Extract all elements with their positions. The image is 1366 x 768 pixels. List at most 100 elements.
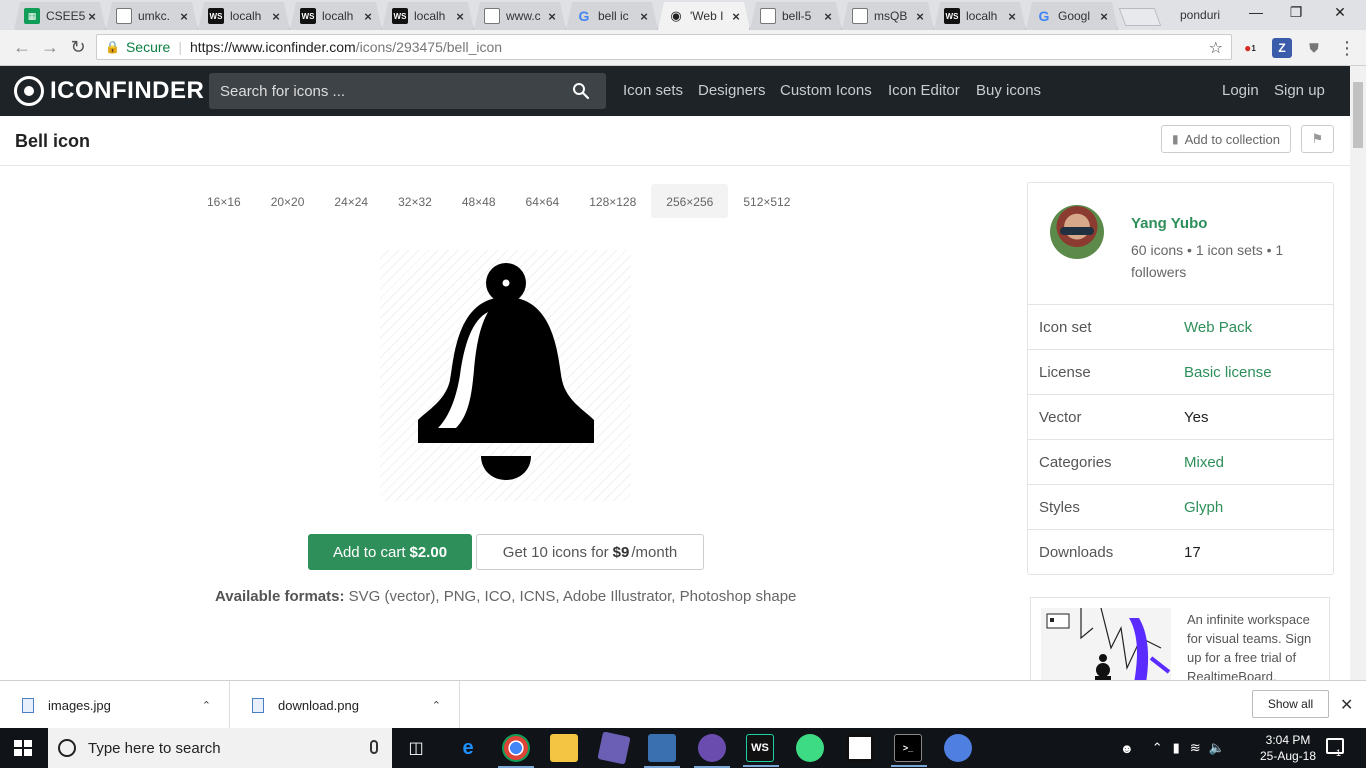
- subscription-button[interactable]: Get 10 icons for $9/month: [476, 534, 704, 570]
- app-server-icon[interactable]: [644, 734, 680, 768]
- address-bar[interactable]: 🔒 Secure | https://www.iconfinder.com/ic…: [96, 34, 1232, 60]
- github-desktop-icon[interactable]: [694, 734, 730, 768]
- search-icon[interactable]: [572, 82, 590, 100]
- webstorm-icon[interactable]: WS: [743, 734, 779, 767]
- android-studio-icon[interactable]: [796, 734, 824, 762]
- file-explorer-icon[interactable]: [550, 734, 578, 762]
- chevron-up-icon[interactable]: ⌃: [1152, 740, 1163, 756]
- notification-icon[interactable]: [1326, 738, 1344, 754]
- maximize-icon[interactable]: ❐: [1276, 4, 1316, 21]
- advertisement[interactable]: An infinite workspace for visual teams. …: [1030, 597, 1330, 680]
- browser-tab[interactable]: ▦ CSEE5 ×: [14, 2, 106, 30]
- new-tab-button[interactable]: [1118, 8, 1162, 26]
- profile-name[interactable]: ponduri: [1180, 8, 1220, 22]
- browser-menu-icon[interactable]: ⋮: [1338, 38, 1356, 59]
- tab-close-icon[interactable]: ×: [1097, 9, 1111, 24]
- flag-button[interactable]: ⚑: [1301, 125, 1334, 153]
- people-icon[interactable]: ☻: [1120, 741, 1134, 756]
- taskbar-search[interactable]: Type here to search: [48, 728, 392, 768]
- close-window-icon[interactable]: ✕: [1320, 4, 1360, 21]
- tab-close-icon[interactable]: ×: [85, 9, 99, 24]
- chevron-up-icon[interactable]: ⌃: [432, 699, 441, 712]
- tab-close-icon[interactable]: ×: [177, 9, 191, 24]
- tab-close-icon[interactable]: ×: [913, 9, 927, 24]
- tab-close-icon[interactable]: ×: [637, 9, 651, 24]
- detail-value[interactable]: Glyph: [1184, 499, 1223, 516]
- bookmark-star-icon[interactable]: ☆: [1209, 38, 1223, 58]
- close-icon[interactable]: ✕: [1340, 695, 1353, 715]
- chrome-icon[interactable]: [498, 734, 534, 768]
- tab-close-icon[interactable]: ×: [821, 9, 835, 24]
- terminal-icon[interactable]: >_: [891, 734, 927, 767]
- nav-designers[interactable]: Designers: [698, 82, 766, 99]
- minimize-icon[interactable]: —: [1236, 4, 1276, 20]
- size-option[interactable]: 16×16: [192, 184, 256, 218]
- nav-buy-icons[interactable]: Buy icons: [976, 82, 1041, 99]
- browser-tab[interactable]: msQB ×: [842, 2, 934, 30]
- signup-link[interactable]: Sign up: [1274, 82, 1325, 99]
- app-circle-icon[interactable]: [944, 734, 972, 762]
- microphone-icon[interactable]: [370, 740, 378, 754]
- size-option[interactable]: 48×48: [447, 184, 511, 218]
- login-link[interactable]: Login: [1222, 82, 1259, 99]
- detail-value[interactable]: Basic license: [1184, 364, 1272, 381]
- browser-tab[interactable]: www.c ×: [474, 2, 566, 30]
- forward-icon[interactable]: →: [40, 37, 60, 58]
- browser-tab[interactable]: ◉ 'Web I ×: [658, 2, 750, 30]
- size-option[interactable]: 64×64: [511, 184, 575, 218]
- search-input[interactable]: [209, 82, 549, 100]
- size-option[interactable]: 20×20: [256, 184, 320, 218]
- extension-shield-icon[interactable]: ⛊: [1304, 38, 1324, 58]
- app-window-icon[interactable]: [846, 734, 874, 762]
- doc-icon: [852, 8, 868, 24]
- extension-z-icon[interactable]: Z: [1272, 38, 1292, 58]
- taskbar-clock[interactable]: 3:04 PM 25-Aug-18: [1256, 732, 1320, 764]
- detail-value[interactable]: Web Pack: [1184, 319, 1252, 336]
- browser-tab[interactable]: G Googl ×: [1026, 2, 1118, 30]
- scrollbar-thumb[interactable]: [1353, 82, 1363, 148]
- add-to-cart-button[interactable]: Add to cart $2.00: [308, 534, 472, 570]
- download-item[interactable]: download.png ⌃: [230, 681, 460, 729]
- windows-start-icon[interactable]: [14, 740, 32, 756]
- browser-tab[interactable]: bell-5 ×: [750, 2, 842, 30]
- nav-icon-sets[interactable]: Icon sets: [623, 82, 683, 99]
- size-option[interactable]: 32×32: [383, 184, 447, 218]
- browser-tab[interactable]: umkc. ×: [106, 2, 198, 30]
- browser-tab[interactable]: WS localh ×: [198, 2, 290, 30]
- volume-icon[interactable]: 🔈: [1209, 740, 1225, 756]
- site-logo[interactable]: ICONFINDER: [14, 76, 204, 106]
- detail-value[interactable]: Mixed: [1184, 454, 1224, 471]
- size-option[interactable]: 24×24: [319, 184, 383, 218]
- wifi-icon[interactable]: ≋: [1190, 740, 1201, 756]
- browser-tab[interactable]: WS localh ×: [290, 2, 382, 30]
- add-to-collection-button[interactable]: ▮ Add to collection: [1161, 125, 1292, 153]
- ad-image[interactable]: [1041, 608, 1171, 680]
- reload-icon[interactable]: ↻: [68, 37, 88, 58]
- browser-tab[interactable]: Gbell ic ×: [566, 2, 658, 30]
- app-cube-icon[interactable]: [597, 731, 631, 765]
- download-item[interactable]: images.jpg ⌃: [0, 681, 230, 729]
- size-option[interactable]: 128×128: [574, 184, 651, 218]
- nav-icon-editor[interactable]: Icon Editor: [888, 82, 960, 99]
- browser-tab[interactable]: WS localh ×: [934, 2, 1026, 30]
- tab-close-icon[interactable]: ×: [453, 9, 467, 24]
- tab-close-icon[interactable]: ×: [1005, 9, 1019, 24]
- battery-icon[interactable]: ▮: [1173, 740, 1180, 756]
- nav-custom-icons[interactable]: Custom Icons: [780, 82, 872, 99]
- size-option[interactable]: 256×256: [651, 184, 729, 218]
- tab-close-icon[interactable]: ×: [361, 9, 375, 24]
- avatar[interactable]: [1050, 205, 1104, 259]
- tab-close-icon[interactable]: ×: [545, 9, 559, 24]
- page-scrollbar[interactable]: [1350, 66, 1366, 680]
- chevron-up-icon[interactable]: ⌃: [202, 699, 211, 712]
- browser-tab[interactable]: WS localh ×: [382, 2, 474, 30]
- tab-close-icon[interactable]: ×: [729, 9, 743, 24]
- task-view-icon[interactable]: ◫: [402, 734, 430, 762]
- show-all-button[interactable]: Show all: [1252, 690, 1329, 718]
- edge-icon[interactable]: e: [454, 734, 482, 762]
- tab-close-icon[interactable]: ×: [269, 9, 283, 24]
- size-option[interactable]: 512×512: [728, 184, 805, 218]
- designer-name[interactable]: Yang Yubo: [1131, 215, 1207, 232]
- extension-adblock-icon[interactable]: ● 1: [1240, 38, 1260, 58]
- back-icon[interactable]: ←: [12, 37, 32, 58]
